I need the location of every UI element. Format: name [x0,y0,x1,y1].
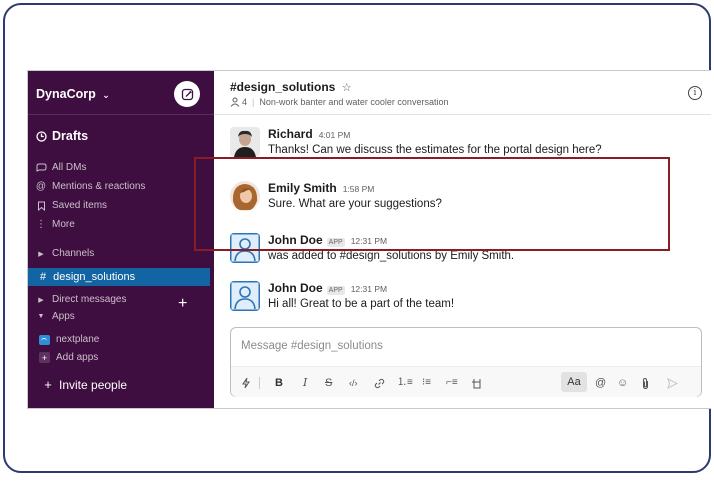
sidebar-item-label: All DMs [52,162,87,173]
toolbar-divider [259,377,260,389]
hash-icon: # [40,271,47,283]
compose-button[interactable] [174,81,200,107]
member-count[interactable]: 4 [242,97,247,107]
sidebar-item-mentions[interactable]: @ Mentions & reactions [35,181,145,192]
code-block-icon[interactable] [471,375,483,391]
sidebar-item-nextplane[interactable]: nextplane [39,334,99,345]
channel-name: #design_solutions [230,80,336,94]
caret-down-icon: ▼ [37,313,45,320]
workspace-header: DynaCorp ⌄ [28,71,214,115]
sidebar-item-design-solutions[interactable]: # design_solutions [28,268,210,286]
sidebar-section-direct-messages[interactable]: ▶ Direct messages [35,294,126,305]
sidebar-item-label: Mentions & reactions [52,181,146,192]
sidebar-item-label: design_solutions [53,271,136,283]
drafts-icon [35,130,47,142]
add-apps-button[interactable]: + Add apps [39,352,98,363]
divider: | [252,97,255,107]
sidebar-item-drafts[interactable]: Drafts [35,129,88,143]
format-toggle-button[interactable]: Aa [561,372,587,392]
sidebar-section-apps[interactable]: ▼ Apps [35,311,75,322]
sidebar-item-label: Add apps [56,352,99,363]
highlight-box [194,157,670,251]
sidebar-item-more[interactable]: ⋮ More [35,219,75,230]
message-header: John Doe APP 12:31 PM [268,281,387,295]
bulleted-list-icon[interactable]: ⁝≡ [422,375,431,391]
send-icon[interactable] [667,375,679,391]
sidebar-item-label: More [52,219,75,230]
caret-right-icon: ▶ [38,296,44,304]
channel-topic: Non-work banter and water cooler convers… [259,97,449,107]
message-text: Hi all! Great to be a part of the team! [268,298,455,310]
emoji-icon[interactable]: ☺ [617,375,628,391]
sender-name[interactable]: Richard [268,127,313,141]
caret-right-icon: ▶ [38,250,44,258]
message-text: was added to #design_solutions by Emily … [268,250,515,262]
avatar[interactable] [230,127,260,157]
sidebar-section-channels[interactable]: ▶ Channels [35,248,94,259]
channel-header: #design_solutions ☆ 4 | Non-work banter … [214,71,711,115]
message-header: Richard 4:01 PM [268,127,350,141]
strikethrough-button[interactable]: S [325,375,332,391]
nextplane-app-icon [39,334,50,345]
timestamp[interactable]: 4:01 PM [319,130,351,140]
blockquote-icon[interactable]: ⌐≡ [446,375,458,391]
plus-icon: + [44,377,52,392]
bookmark-icon [35,201,47,211]
compose-icon [181,88,193,100]
mention-icon[interactable]: @ [595,375,606,391]
message-input[interactable]: Message #design_solutions [241,340,383,352]
chevron-down-icon: ⌄ [102,90,110,100]
sidebar-item-all-dms[interactable]: All DMs [35,162,86,173]
at-icon: @ [35,181,47,192]
more-icon: ⋮ [36,219,46,230]
timestamp[interactable]: 12:31 PM [351,284,387,294]
shortcuts-icon[interactable] [241,375,251,391]
members-icon[interactable] [230,97,240,107]
sidebar-section-label: Apps [52,311,75,322]
sidebar-item-label: Invite people [59,377,128,392]
add-dm-button[interactable]: + [178,295,187,313]
code-icon[interactable]: ‹/› [349,375,358,391]
numbered-list-icon[interactable]: ⒈≡ [397,375,413,391]
italic-button[interactable]: I [303,375,307,391]
link-icon[interactable] [374,375,385,391]
bold-button[interactable]: B [275,375,283,391]
sidebar-section-label: Channels [52,248,95,259]
channel-subtitle: 4 | Non-work banter and water cooler con… [230,97,448,107]
sidebar-item-saved[interactable]: Saved items [35,200,107,211]
attachment-icon[interactable] [641,375,650,391]
message-text: Thanks! Can we discuss the estimates for… [268,144,602,156]
sender-name[interactable]: John Doe [268,281,323,295]
info-icon[interactable]: i [688,86,702,100]
sidebar-item-label: Drafts [52,129,89,143]
sidebar-section-label: Direct messages [52,294,127,305]
format-toolbar: B I S ‹/› ⒈≡ ⁝≡ ⌐≡ Aa @ ☺ [231,366,701,397]
dm-icon [35,163,47,173]
invite-people-button[interactable]: + Invite people [42,377,127,392]
sidebar: DynaCorp ⌄ Drafts All DMs @ Mentions & r… [28,71,214,408]
channel-title[interactable]: #design_solutions ☆ [230,80,352,94]
sidebar-item-label: nextplane [56,334,100,345]
avatar[interactable] [230,281,260,311]
app-badge: APP [326,286,345,295]
workspace-name: DynaCorp [36,87,96,101]
sidebar-item-label: Saved items [52,200,108,211]
message-item: Richard 4:01 PM Thanks! Can we discuss t… [230,127,700,161]
plus-icon: + [39,352,50,363]
star-icon[interactable]: ☆ [342,82,352,94]
workspace-switcher[interactable]: DynaCorp ⌄ [36,87,110,101]
message-composer: Message #design_solutions B I S ‹/› ⒈≡ ⁝… [230,327,702,397]
message-item: John Doe APP 12:31 PM Hi all! Great to b… [230,281,700,315]
